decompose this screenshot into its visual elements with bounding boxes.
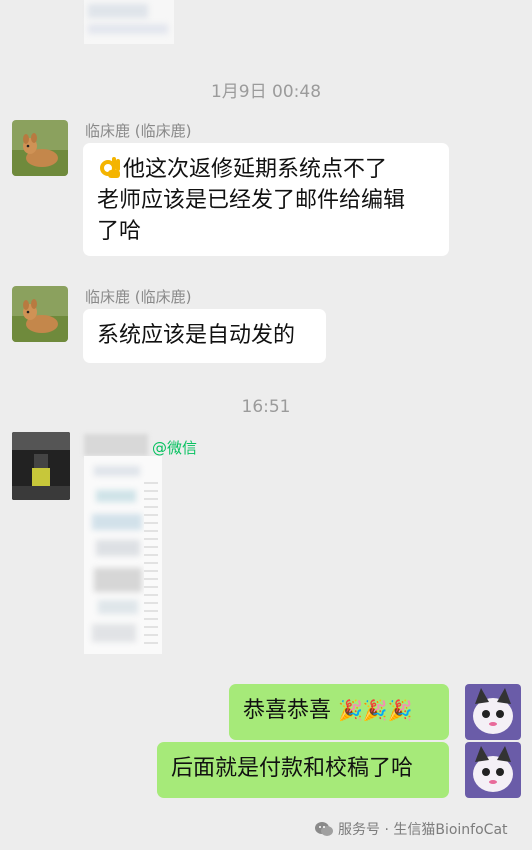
party-popper-icon: 🎉🎉🎉 bbox=[338, 698, 413, 722]
ok-hand-icon bbox=[97, 154, 123, 180]
message-text: 恭喜恭喜 bbox=[243, 698, 332, 723]
message-bubble[interactable]: 他这次返修延期系统点不了 老师应该是已经发了邮件给编辑 了哈 bbox=[83, 143, 449, 256]
wechat-icon bbox=[314, 821, 334, 841]
my-avatar[interactable] bbox=[465, 742, 521, 798]
timestamp: 16:51 bbox=[241, 397, 291, 417]
avatar[interactable] bbox=[12, 286, 68, 342]
deer-avatar-icon bbox=[12, 286, 68, 342]
sender-name: 临床鹿 (临床鹿) bbox=[85, 288, 192, 306]
cartoon-avatar-icon bbox=[465, 742, 521, 798]
message-bubble[interactable]: 系统应该是自动发的 bbox=[83, 309, 326, 363]
sender-name-blurred bbox=[84, 434, 148, 456]
forwarded-image[interactable] bbox=[84, 456, 162, 654]
message-text: 老师应该是已经发了邮件给编辑 bbox=[97, 188, 406, 213]
image-message-partial[interactable] bbox=[84, 0, 174, 44]
sender-suffix: @微信 bbox=[152, 439, 198, 457]
avatar[interactable] bbox=[12, 120, 68, 176]
avatar-blurred[interactable] bbox=[12, 432, 70, 500]
message-text: 后面就是付款和校稿了哈 bbox=[171, 756, 414, 781]
message-text: 了哈 bbox=[97, 219, 142, 244]
message-text: 系统应该是自动发的 bbox=[97, 323, 296, 348]
watermark-text: 服务号 · 生信猫BioinfoCat bbox=[338, 822, 508, 838]
sender-name: 临床鹿 (临床鹿) bbox=[85, 122, 192, 140]
cartoon-avatar-icon bbox=[465, 684, 521, 740]
message-text: 他这次返修延期系统点不了 bbox=[123, 157, 388, 182]
message-line: 他这次返修延期系统点不了 bbox=[97, 154, 435, 185]
deer-avatar-icon bbox=[12, 120, 68, 176]
my-message-bubble[interactable]: 后面就是付款和校稿了哈 bbox=[157, 742, 449, 798]
my-avatar[interactable] bbox=[465, 684, 521, 740]
watermark: 服务号 · 生信猫BioinfoCat bbox=[314, 819, 508, 841]
timestamp: 1月9日 00:48 bbox=[210, 82, 322, 102]
my-message-bubble[interactable]: 恭喜恭喜 🎉🎉🎉 bbox=[229, 684, 449, 740]
